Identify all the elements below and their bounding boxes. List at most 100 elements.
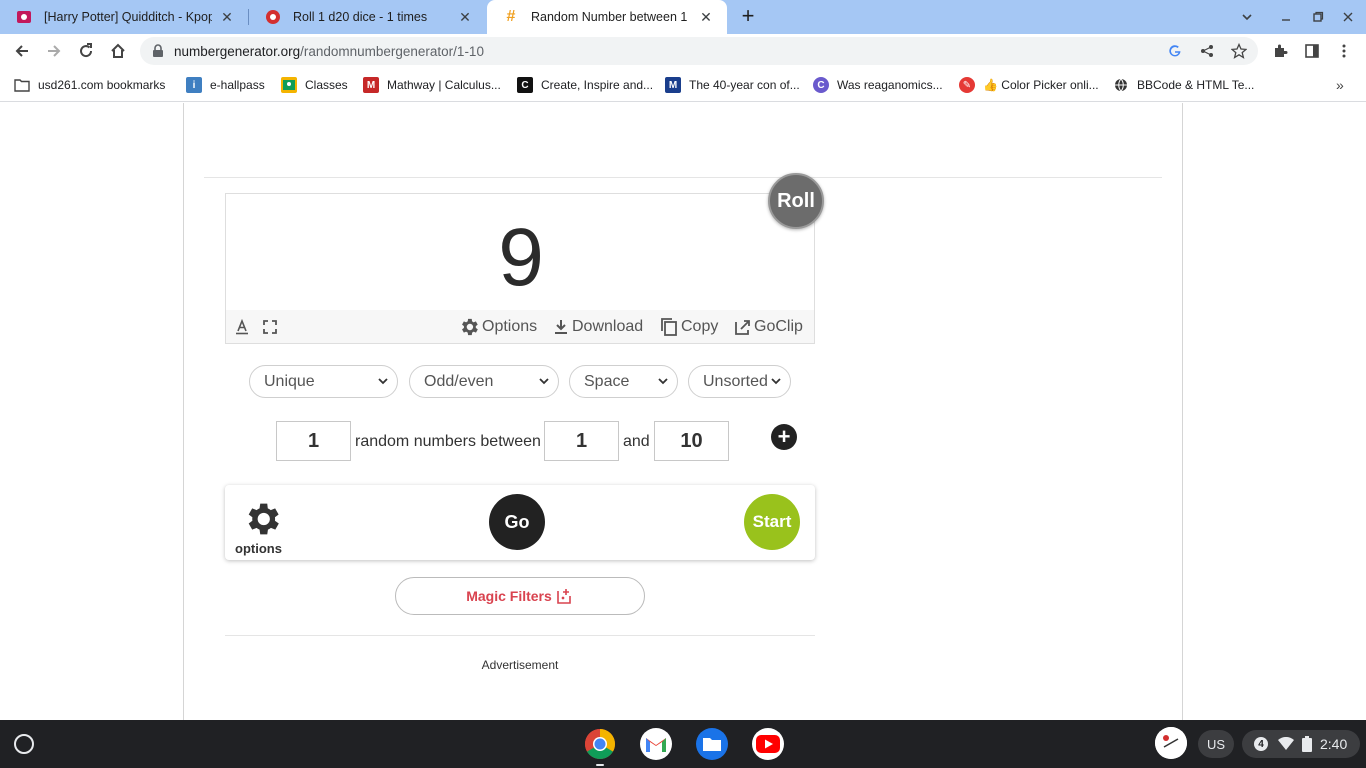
back-icon[interactable] <box>10 39 34 63</box>
separator-select[interactable]: Space <box>569 365 678 398</box>
font-icon[interactable] <box>234 317 252 337</box>
home-icon[interactable] <box>106 39 130 63</box>
close-icon[interactable]: ✕ <box>456 8 474 26</box>
bookmark-label: The 40-year con of... <box>689 78 800 92</box>
magic-filters-icon <box>556 589 571 604</box>
advertisement-label: Advertisement <box>481 658 559 672</box>
classroom-icon <box>281 77 297 93</box>
chrome-icon[interactable] <box>584 728 616 760</box>
notification-count: 4 <box>1254 737 1268 751</box>
max-input[interactable]: 10 <box>654 421 729 461</box>
select-value: Space <box>584 372 630 390</box>
os-shelf: US 4 2:40 <box>0 720 1366 768</box>
result-number: 9 <box>498 212 544 303</box>
battery-icon <box>1302 736 1312 752</box>
gear-icon[interactable] <box>241 498 283 540</box>
unique-select[interactable]: Unique <box>249 365 398 398</box>
dice-icon <box>265 9 281 25</box>
address-bar[interactable]: numbergenerator.org/randomnumbergenerato… <box>140 37 1258 65</box>
go-button[interactable]: Go <box>489 494 545 550</box>
between-label: random numbers between <box>355 433 541 450</box>
min-input[interactable]: 1 <box>544 421 619 461</box>
goclip-icon <box>735 320 750 335</box>
side-panel-icon[interactable] <box>1303 42 1321 60</box>
magic-filters-button[interactable]: Magic Filters <box>395 577 645 615</box>
fullscreen-icon[interactable] <box>262 317 280 337</box>
bookmark-label: Was reaganomics... <box>837 78 943 92</box>
tab-search-icon[interactable] <box>1236 6 1258 28</box>
avatar[interactable] <box>1155 727 1187 759</box>
close-icon[interactable]: ✕ <box>697 8 715 26</box>
status-area[interactable]: 4 2:40 <box>1242 730 1360 758</box>
canva-icon: C <box>517 77 533 93</box>
lock-icon <box>152 44 164 63</box>
sort-select[interactable]: Unsorted <box>688 365 791 398</box>
bookmark-label: Mathway | Calculus... <box>387 78 501 92</box>
gmail-icon[interactable] <box>640 728 672 760</box>
color-picker-icon: ✎ <box>959 77 975 93</box>
bookmark-usd261[interactable]: usd261.com bookmarks <box>14 76 165 94</box>
launcher-icon[interactable] <box>14 734 34 754</box>
goclip-tool[interactable]: GoClip <box>734 317 803 337</box>
minimize-icon[interactable] <box>1275 6 1297 28</box>
divider <box>225 635 815 636</box>
start-button[interactable]: Start <box>744 494 800 550</box>
browser-toolbar: numbergenerator.org/randomnumbergenerato… <box>0 34 1366 68</box>
download-icon <box>555 320 567 334</box>
tab-title: [Harry Potter] Quidditch - Kpops <box>44 10 212 24</box>
forward-icon[interactable] <box>42 39 66 63</box>
chevron-down-icon <box>378 378 388 385</box>
files-icon[interactable] <box>696 728 728 760</box>
hallpass-icon: i <box>186 77 202 93</box>
bookmark-reaganomics[interactable]: C Was reaganomics... <box>813 76 943 94</box>
tab-random-number[interactable]: # Random Number between 1 and ✕ <box>487 0 727 34</box>
share-icon[interactable] <box>1198 42 1216 60</box>
roll-button[interactable]: Roll <box>768 173 824 229</box>
select-value: Unsorted <box>703 372 768 390</box>
copy-tool[interactable]: Copy <box>659 317 718 337</box>
bookmark-label: e-hallpass <box>210 78 265 92</box>
select-value: Unique <box>264 372 315 390</box>
options-button-label[interactable]: options <box>235 541 282 556</box>
more-bookmarks-icon[interactable]: » <box>1336 76 1344 94</box>
close-icon[interactable]: ✕ <box>218 8 236 26</box>
reload-icon[interactable] <box>74 39 98 63</box>
options-label: Options <box>482 318 538 335</box>
youtube-icon[interactable] <box>752 728 784 760</box>
google-icon[interactable] <box>1166 42 1184 60</box>
window-close-icon[interactable] <box>1337 6 1359 28</box>
extensions-icon[interactable] <box>1271 42 1289 60</box>
menu-icon[interactable] <box>1335 42 1353 60</box>
bookmark-e-hallpass[interactable]: i e-hallpass <box>186 76 265 94</box>
tab-quidditch[interactable]: [Harry Potter] Quidditch - Kpops ✕ <box>0 0 248 34</box>
bookmark-color-picker[interactable]: ✎ 👍 Color Picker onli... <box>959 76 1099 94</box>
new-tab-button[interactable]: + <box>736 5 760 29</box>
site-icon: C <box>813 77 829 93</box>
site-icon: M <box>665 77 681 93</box>
and-label: and <box>623 433 650 450</box>
wifi-icon <box>1278 737 1294 750</box>
bookmark-create-inspire[interactable]: C Create, Inspire and... <box>517 76 653 94</box>
bookmark-40-year-con[interactable]: M The 40-year con of... <box>665 76 800 94</box>
select-value: Odd/even <box>424 372 494 390</box>
hash-icon: # <box>506 8 516 25</box>
download-label: Download <box>572 318 644 335</box>
tab-d20-dice[interactable]: Roll 1 d20 dice - 1 times ✕ <box>249 0 486 34</box>
bookmark-mathway[interactable]: M Mathway | Calculus... <box>363 76 501 94</box>
page-content: 9 Options Download Copy GoClip Roll Uniq… <box>0 103 1366 720</box>
star-icon[interactable] <box>1230 42 1248 60</box>
copy-icon <box>661 318 677 336</box>
download-tool[interactable]: Download <box>552 317 643 337</box>
bookmark-classes[interactable]: Classes <box>281 76 348 94</box>
add-range-button[interactable]: + <box>771 424 797 450</box>
odd-even-select[interactable]: Odd/even <box>409 365 559 398</box>
options-tool[interactable]: Options <box>458 317 537 337</box>
count-input[interactable]: 1 <box>276 421 351 461</box>
input-method-button[interactable]: US <box>1198 730 1234 758</box>
bookmark-bbcode[interactable]: BBCode & HTML Te... <box>1113 76 1254 94</box>
bookmark-label: Create, Inspire and... <box>541 78 654 92</box>
bookmark-label: 👍 Color Picker onli... <box>983 78 1099 92</box>
restore-icon[interactable] <box>1307 6 1329 28</box>
chevron-down-icon <box>771 378 781 385</box>
bookmarks-bar: usd261.com bookmarks i e-hallpass Classe… <box>0 68 1366 102</box>
